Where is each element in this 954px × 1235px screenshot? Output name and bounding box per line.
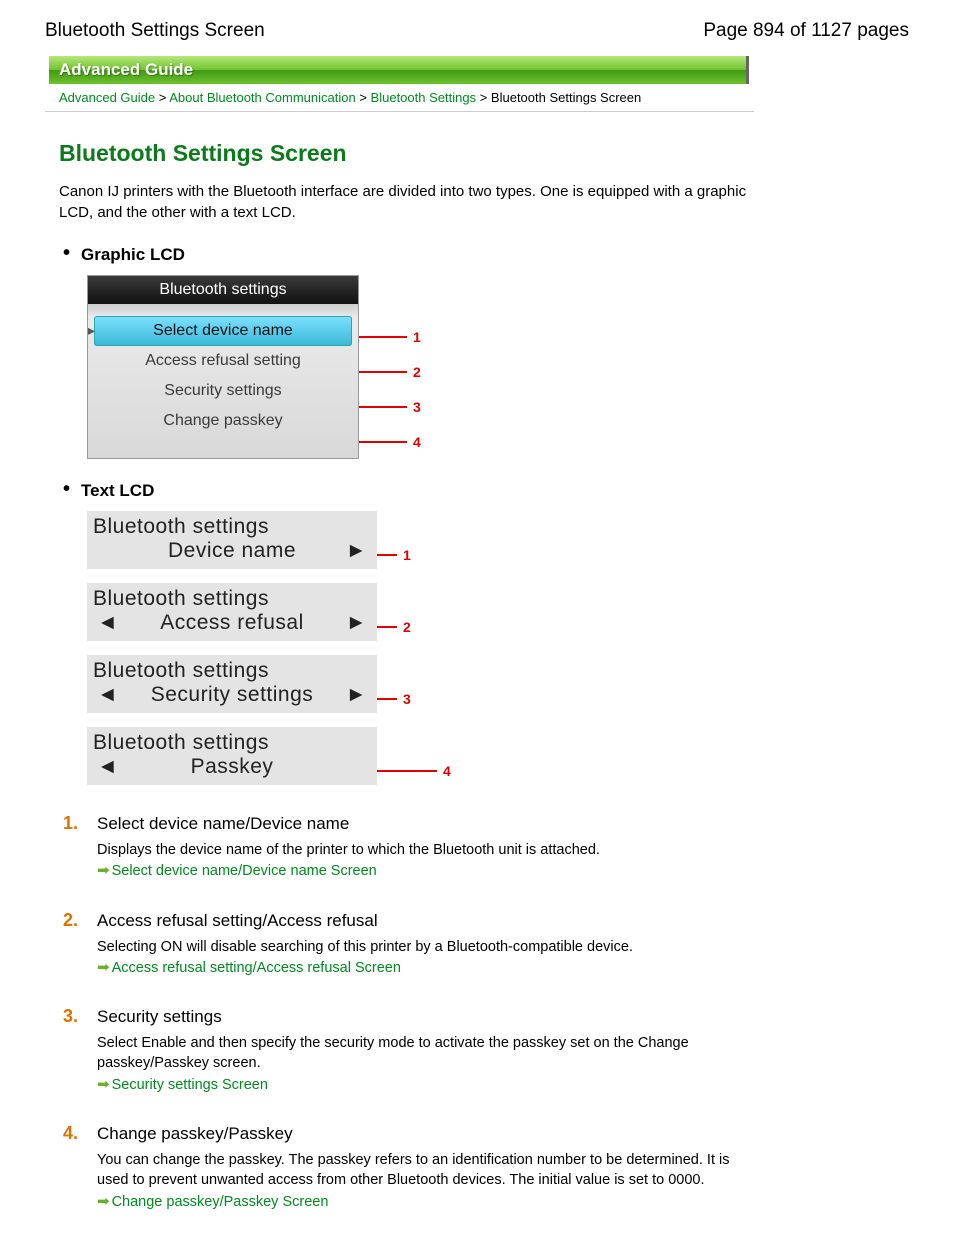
section-title: Access refusal setting/Access refusal (97, 911, 378, 931)
section-number: 3. (63, 1006, 87, 1027)
text-lcd-line2: ◄Access refusal► (93, 611, 371, 635)
breadcrumb-link-0[interactable]: Advanced Guide (59, 90, 155, 105)
breadcrumb-sep: > (359, 90, 367, 105)
section-link[interactable]: Change passkey/Passkey Screen (112, 1194, 329, 1210)
page-indicator: Page 894 of 1127 pages (703, 20, 909, 42)
right-arrow-icon: ► (346, 611, 367, 635)
right-arrow-icon: ► (346, 539, 367, 563)
callout-num: 4 (413, 434, 421, 450)
left-arrow-icon: ◄ (97, 683, 118, 707)
intro-text: Canon IJ printers with the Bluetooth int… (59, 181, 759, 223)
text-lcd-line1: Bluetooth settings (93, 659, 371, 683)
section-link[interactable]: Access refusal setting/Access refusal Sc… (112, 960, 401, 976)
section-title: Change passkey/Passkey (97, 1124, 293, 1144)
text-lcd-line2: ◄Passkey (93, 755, 371, 779)
breadcrumb-link-2[interactable]: Bluetooth Settings (371, 90, 477, 105)
section-title: Select device name/Device name (97, 814, 349, 834)
text-lcd-line1: Bluetooth settings (93, 731, 371, 755)
section-title: Security settings (97, 1007, 222, 1027)
numbered-section: 3. Security settings Select Enable and the… (63, 1006, 759, 1095)
glcd-item-3: Change passkey (88, 406, 358, 436)
link-arrow-icon: ➡ (97, 1076, 110, 1093)
glcd-item-2: Security settings (88, 376, 358, 406)
text-lcd-panel: Bluetooth settings◄Passkey 4 (87, 727, 759, 785)
text-lcd-line2: ◄Security settings► (93, 683, 371, 707)
graphic-lcd-callouts: 1 2 3 4 (359, 275, 421, 459)
section-link[interactable]: Select device name/Device name Screen (112, 863, 377, 879)
glcd-item-1: Access refusal setting (88, 346, 358, 376)
numbered-section: 1. Select device name/Device name Displays… (63, 813, 759, 882)
section-body: Displays the device name of the printer … (97, 840, 759, 860)
page-title: Bluetooth Settings Screen (59, 140, 759, 167)
breadcrumb-current: Bluetooth Settings Screen (491, 90, 641, 105)
callout-num: 1 (413, 329, 421, 345)
link-arrow-icon: ➡ (97, 1193, 110, 1210)
text-lcd-panel: Bluetooth settings◄Access refusal► 2 (87, 583, 759, 641)
section-heading-graphic-lcd: Graphic LCD (81, 245, 759, 265)
graphic-lcd-title: Bluetooth settings (88, 276, 358, 304)
link-arrow-icon: ➡ (97, 862, 110, 879)
section-number: 4. (63, 1123, 87, 1144)
section-heading-text-lcd: Text LCD (81, 481, 759, 501)
breadcrumb-sep: > (480, 90, 488, 105)
glcd-item-0: Select device name (94, 316, 352, 346)
section-body: You can change the passkey. The passkey … (97, 1150, 759, 1191)
section-number: 2. (63, 910, 87, 931)
callout-num: 2 (403, 619, 411, 635)
callout-num: 2 (413, 364, 421, 380)
numbered-section: 4. Change passkey/Passkey You can change t… (63, 1123, 759, 1212)
link-arrow-icon: ➡ (97, 959, 110, 976)
left-arrow-icon: ◄ (97, 755, 118, 779)
section-link[interactable]: Security settings Screen (112, 1077, 268, 1093)
text-lcd-line1: Bluetooth settings (93, 587, 371, 611)
callout-num: 1 (403, 547, 411, 563)
breadcrumb: Advanced Guide > About Bluetooth Communi… (45, 84, 754, 112)
left-arrow-icon: ◄ (97, 611, 118, 635)
text-lcd-line1: Bluetooth settings (93, 515, 371, 539)
text-lcd-panel: Bluetooth settingsDevice name► 1 (87, 511, 759, 569)
callout-num: 3 (403, 691, 411, 707)
section-body: Selecting ON will disable searching of t… (97, 937, 759, 957)
callout-num: 4 (443, 763, 451, 779)
graphic-lcd-panel: Bluetooth settings Select device name Ac… (87, 275, 359, 459)
text-lcd-line2: Device name► (93, 539, 371, 563)
right-arrow-icon: ► (346, 683, 367, 707)
numbered-section: 2. Access refusal setting/Access refusal S… (63, 910, 759, 979)
section-number: 1. (63, 813, 87, 834)
breadcrumb-sep: > (159, 90, 167, 105)
text-lcd-panel: Bluetooth settings◄Security settings► 3 (87, 655, 759, 713)
section-body: Select Enable and then specify the secur… (97, 1033, 759, 1074)
breadcrumb-link-1[interactable]: About Bluetooth Communication (169, 90, 355, 105)
callout-num: 3 (413, 399, 421, 415)
guide-banner: Advanced Guide (49, 56, 749, 84)
doc-title: Bluetooth Settings Screen (45, 20, 265, 42)
